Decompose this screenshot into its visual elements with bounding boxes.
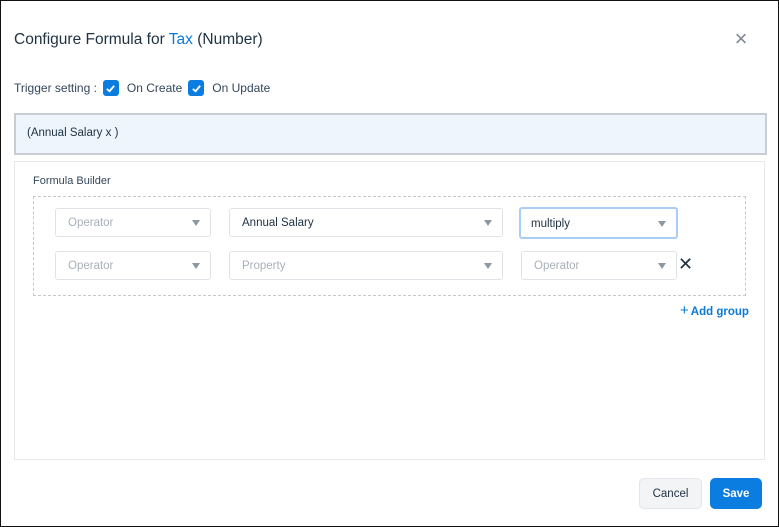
caret-down-icon bbox=[192, 220, 200, 226]
add-group-label: Add group bbox=[690, 306, 749, 318]
close-button[interactable]: × bbox=[731, 26, 751, 51]
row2-operator-select[interactable]: Operator bbox=[55, 251, 211, 280]
on-update-checkbox[interactable] bbox=[188, 80, 205, 96]
formula-preview: (Annual Salary x ) bbox=[14, 113, 767, 155]
trigger-label: Trigger setting : bbox=[14, 81, 97, 95]
on-create-checkbox[interactable] bbox=[102, 80, 119, 96]
row2-property-select[interactable]: Property bbox=[229, 251, 503, 280]
formula-preview-text: (Annual Salary x ) bbox=[27, 127, 119, 139]
select-placeholder: Operator bbox=[68, 217, 114, 229]
check-icon bbox=[106, 84, 116, 93]
title-field-type: (Number) bbox=[197, 31, 263, 48]
row2-operation-select[interactable]: Operator bbox=[521, 251, 677, 280]
on-update-label: On Update bbox=[212, 81, 271, 95]
save-button[interactable]: Save bbox=[710, 478, 762, 509]
caret-down-icon bbox=[484, 263, 492, 269]
caret-down-icon bbox=[658, 221, 666, 227]
dialog-title: Configure Formula for Tax (Number) bbox=[14, 31, 263, 49]
select-value: multiply bbox=[531, 218, 570, 230]
trigger-setting: Trigger setting : On Create On Update bbox=[14, 80, 270, 96]
select-value: Annual Salary bbox=[242, 217, 314, 229]
caret-down-icon bbox=[192, 263, 200, 269]
cancel-button[interactable]: Cancel bbox=[639, 478, 702, 509]
select-placeholder: Operator bbox=[68, 260, 114, 272]
on-create-label: On Create bbox=[126, 81, 183, 95]
close-icon: × bbox=[734, 26, 748, 51]
select-placeholder: Operator bbox=[534, 260, 580, 272]
caret-down-icon bbox=[484, 220, 492, 226]
close-icon: ✕ bbox=[678, 254, 694, 274]
row1-operator-select[interactable]: Operator bbox=[55, 208, 211, 237]
row1-operation-select[interactable]: multiply bbox=[519, 207, 678, 239]
row1-property-select[interactable]: Annual Salary bbox=[229, 208, 503, 237]
caret-down-icon bbox=[658, 263, 666, 269]
formula-builder: Formula Builder bbox=[14, 161, 765, 460]
select-placeholder: Property bbox=[242, 260, 286, 272]
check-icon bbox=[192, 84, 201, 93]
title-prefix: Configure Formula for bbox=[14, 31, 165, 48]
formula-builder-label: Formula Builder bbox=[33, 175, 111, 187]
remove-row-button[interactable]: ✕ bbox=[678, 254, 694, 274]
title-field-name: Tax bbox=[168, 31, 193, 48]
plus-icon: + bbox=[680, 302, 689, 319]
add-group-button[interactable]: + Add group bbox=[680, 302, 749, 319]
